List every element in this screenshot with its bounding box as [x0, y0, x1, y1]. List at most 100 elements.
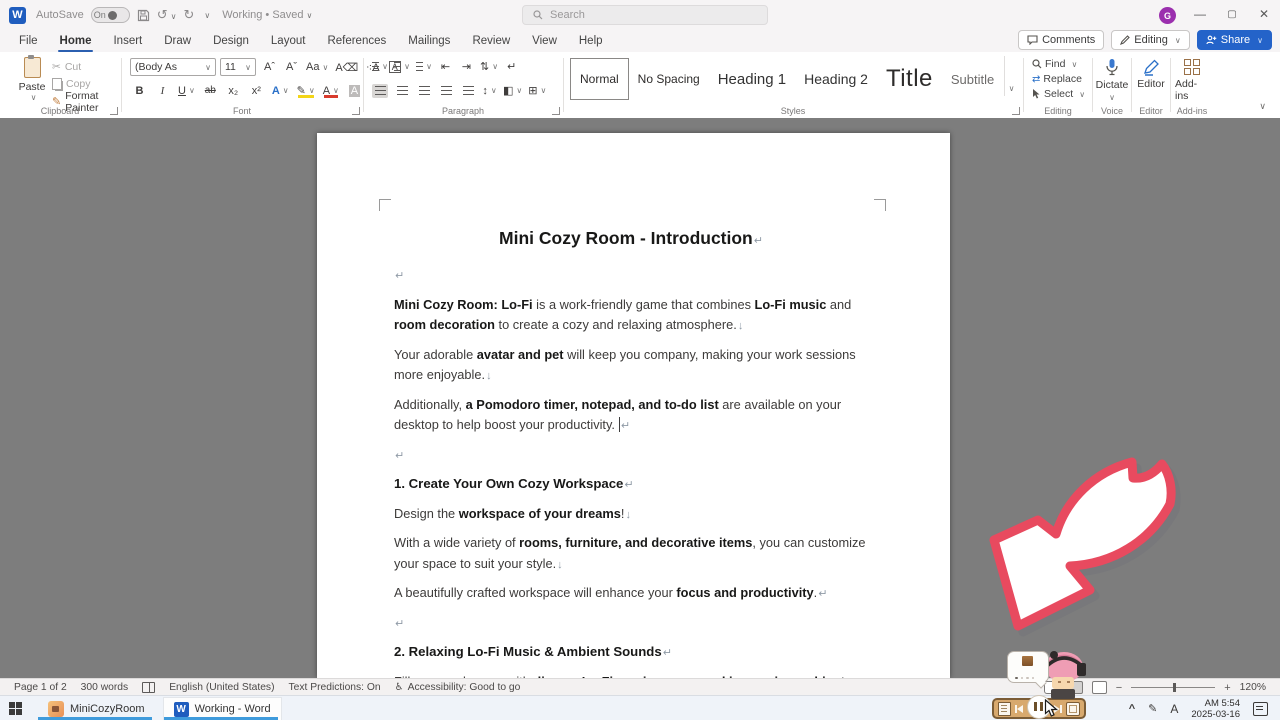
accessibility-status[interactable]: ♿Accessibility: Good to go: [395, 682, 521, 693]
multilevel-list-icon[interactable]: ∨: [416, 60, 432, 74]
styles-more-button[interactable]: ∨: [1004, 56, 1018, 96]
tab-design[interactable]: Design: [202, 32, 260, 52]
paragraph[interactable]: 1. Create Your Own Cozy Workspace↵: [394, 474, 868, 496]
comments-button[interactable]: Comments: [1018, 30, 1104, 50]
font-dialog-launcher[interactable]: [352, 107, 360, 115]
paragraph[interactable]: 2. Relaxing Lo-Fi Music & Ambient Sounds…: [394, 642, 868, 664]
paragraph[interactable]: Mini Cozy Room: Lo-Fi is a work-friendly…: [394, 295, 868, 337]
paragraph[interactable]: ↵: [394, 445, 868, 467]
zoom-slider-thumb[interactable]: [1173, 683, 1176, 692]
strikethrough-icon[interactable]: ab: [203, 83, 218, 98]
styles-dialog-launcher[interactable]: [1012, 107, 1020, 115]
text-effects-icon[interactable]: A∨: [272, 83, 289, 98]
distribute-icon[interactable]: [460, 84, 476, 98]
sort-icon[interactable]: ⇅∨: [480, 59, 498, 74]
align-left-icon[interactable]: [372, 84, 388, 98]
previous-track-button[interactable]: [1015, 705, 1023, 713]
tab-references[interactable]: References: [316, 32, 397, 52]
proofing-status[interactable]: [142, 682, 155, 693]
char-shading-icon[interactable]: A: [347, 83, 362, 98]
decrease-indent-icon[interactable]: ⇤: [438, 59, 453, 74]
zoom-level[interactable]: 120%: [1240, 682, 1266, 693]
paste-button[interactable]: Paste∨: [14, 57, 50, 113]
addins-button[interactable]: Add-ins: [1175, 59, 1209, 102]
collapse-ribbon-icon[interactable]: ∨: [1259, 101, 1266, 112]
tab-home[interactable]: Home: [49, 32, 103, 52]
style-title[interactable]: Title: [877, 59, 942, 99]
grow-font-icon[interactable]: Aˆ: [262, 60, 277, 75]
notification-center-icon[interactable]: [1253, 702, 1268, 716]
tab-mailings[interactable]: Mailings: [397, 32, 461, 52]
save-icon[interactable]: [137, 9, 150, 22]
taskbar-app-working-word[interactable]: WWorking - Word: [163, 697, 282, 720]
select-button[interactable]: Select∨: [1032, 88, 1085, 100]
tab-review[interactable]: Review: [461, 32, 521, 52]
close-button[interactable]: ✕: [1249, 0, 1279, 28]
change-case-icon[interactable]: Aa∨: [306, 60, 328, 75]
font-color-icon[interactable]: A∨: [323, 83, 339, 98]
tab-draw[interactable]: Draw: [153, 32, 202, 52]
zoom-slider[interactable]: [1131, 687, 1215, 688]
align-center-icon[interactable]: [394, 84, 410, 98]
tab-view[interactable]: View: [521, 32, 568, 52]
language-indicator[interactable]: English (United States): [169, 682, 274, 693]
redo-icon[interactable]: ↻: [183, 7, 194, 23]
pen-input-icon[interactable]: ✎: [1148, 702, 1157, 715]
find-button[interactable]: Find∨: [1032, 58, 1085, 70]
ime-indicator[interactable]: A: [1170, 702, 1178, 716]
paragraph[interactable]: Your adorable avatar and pet will keep y…: [394, 345, 868, 387]
avatar[interactable]: G: [1159, 7, 1176, 24]
paragraph[interactable]: ↵: [394, 613, 868, 635]
paragraph[interactable]: ↵: [394, 265, 868, 287]
bold-icon[interactable]: B: [132, 83, 147, 98]
paragraph[interactable]: A beautifully crafted workspace will enh…: [394, 583, 868, 605]
search-input[interactable]: Search: [522, 5, 768, 25]
tab-layout[interactable]: Layout: [260, 32, 317, 52]
borders-icon[interactable]: ⊞∨: [528, 83, 546, 98]
web-layout-button[interactable]: [1092, 681, 1107, 694]
superscript-icon[interactable]: x²: [249, 83, 264, 98]
style-no-spacing[interactable]: No Spacing: [629, 59, 709, 99]
clear-formatting-icon[interactable]: A⌫: [335, 60, 358, 75]
shading-icon[interactable]: ◧∨: [503, 83, 522, 98]
qat-more-icon[interactable]: ∨: [204, 11, 210, 20]
taskbar-app-minicozyroom[interactable]: MiniCozyRoom: [38, 697, 155, 720]
bullets-icon[interactable]: ∨: [372, 60, 388, 74]
numbering-icon[interactable]: ∨: [394, 60, 410, 74]
next-track-button[interactable]: [1054, 705, 1062, 713]
document-page[interactable]: Mini Cozy Room - Introduction↵ ↵ Mini Cozy…: [317, 133, 950, 678]
paragraph[interactable]: Additionally, a Pomodoro timer, notepad,…: [394, 395, 868, 437]
style-subtitle[interactable]: Subtitle: [942, 59, 1003, 99]
paragraph-dialog-launcher[interactable]: [552, 107, 560, 115]
underline-icon[interactable]: U∨: [178, 83, 195, 98]
line-spacing-icon[interactable]: ↕∨: [482, 83, 497, 98]
share-button[interactable]: Share∨: [1197, 30, 1272, 50]
autosave-toggle[interactable]: On: [91, 7, 130, 23]
word-logo-icon[interactable]: W: [9, 7, 26, 24]
dictate-button[interactable]: Dictate∨: [1096, 58, 1128, 102]
justify-icon[interactable]: [438, 84, 454, 98]
document-status[interactable]: Working • Saved∨: [222, 9, 312, 21]
replace-button[interactable]: ⇄ Replace: [1032, 73, 1085, 85]
paragraph[interactable]: With a wide variety of rooms, furniture,…: [394, 533, 868, 575]
playlist-button[interactable]: [998, 702, 1011, 716]
text-predictions[interactable]: Text Predictions: On: [289, 682, 381, 693]
font-size-select[interactable]: 11∨: [220, 58, 256, 76]
word-count[interactable]: 300 words: [81, 682, 129, 693]
clipboard-dialog-launcher[interactable]: [110, 107, 118, 115]
zoom-in-button[interactable]: +: [1224, 682, 1230, 694]
shrink-font-icon[interactable]: Aˇ: [284, 60, 299, 75]
highlight-icon[interactable]: ✎∨: [297, 83, 315, 98]
tray-chevron-icon[interactable]: ^: [1129, 703, 1135, 715]
page-indicator[interactable]: Page 1 of 2: [14, 682, 67, 693]
cut-button[interactable]: ✂Cut: [52, 59, 120, 74]
paragraph[interactable]: Mini Cozy Room - Introduction↵: [394, 226, 868, 253]
editing-mode-button[interactable]: Editing∨: [1111, 30, 1190, 50]
style-heading-1[interactable]: Heading 1: [709, 59, 795, 99]
minimize-button[interactable]: —: [1185, 0, 1215, 28]
paragraph[interactable]: Design the workspace of your dreams!↓: [394, 504, 868, 526]
expand-button[interactable]: [1066, 702, 1080, 716]
increase-indent-icon[interactable]: ⇥: [459, 59, 474, 74]
italic-icon[interactable]: I: [155, 83, 170, 98]
style-normal[interactable]: Normal: [570, 58, 629, 100]
